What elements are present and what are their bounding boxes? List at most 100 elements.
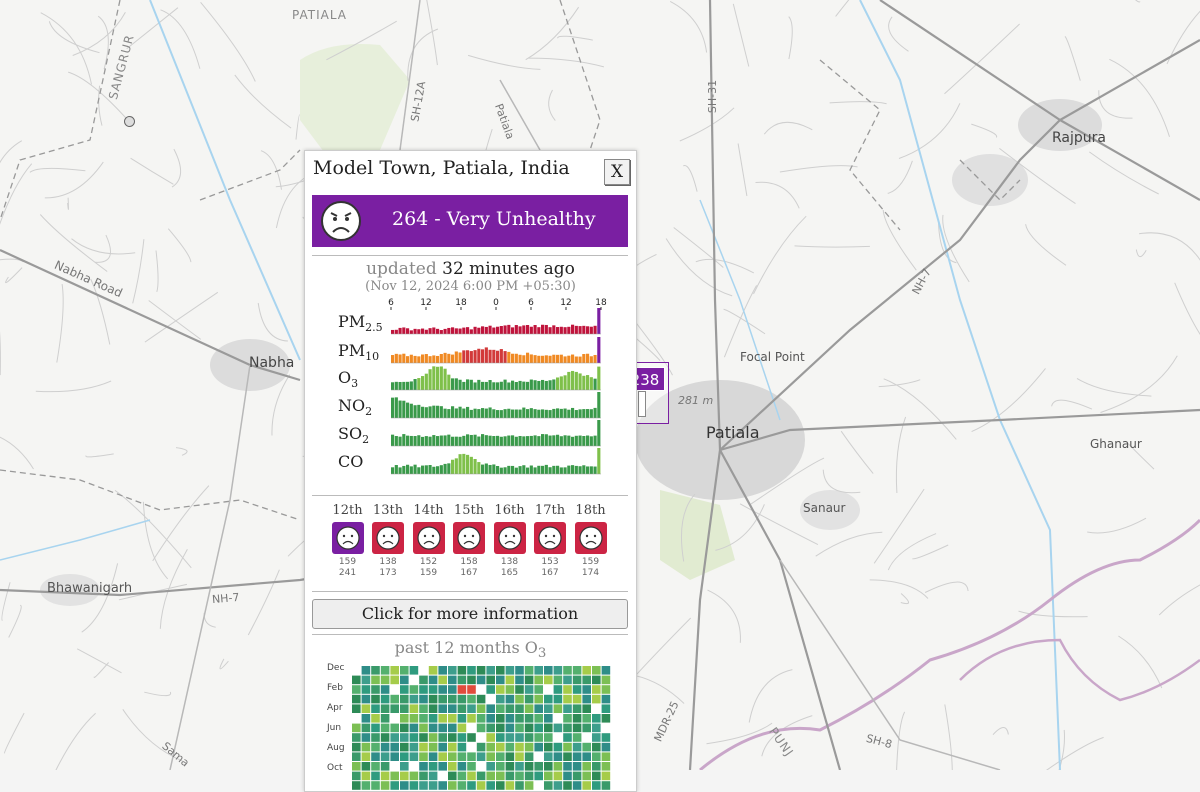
calendar-day-cell <box>476 685 486 694</box>
calendar-day-cell <box>476 762 486 771</box>
calendar-day-cell <box>457 704 467 713</box>
map-label-ghanaur: Ghanaur <box>1090 437 1142 451</box>
calendar-day-cell <box>486 714 495 723</box>
calendar-day-cell <box>438 666 447 675</box>
calendar-day-cell <box>371 685 380 694</box>
calendar-day-cell <box>361 762 371 771</box>
calendar-day-cell <box>352 675 361 685</box>
calendar-day-cell <box>601 742 611 752</box>
calendar-day-cell <box>534 723 543 733</box>
calendar-day-cell <box>582 742 591 752</box>
calendar-day-cell <box>553 762 563 771</box>
calendar-day-cell <box>486 723 495 733</box>
calendar-day-cell <box>572 723 582 733</box>
calendar-day-cell <box>467 781 476 790</box>
calendar-day-cell <box>563 675 572 685</box>
calendar-day-cell <box>457 742 467 752</box>
calendar-day-cell <box>601 781 611 790</box>
calendar-day-cell <box>419 704 428 713</box>
calendar-day-cell <box>563 742 572 752</box>
calendar-day-cell <box>457 714 467 723</box>
calendar-day-cell <box>515 694 524 704</box>
calendar-day-cell <box>563 685 572 694</box>
calendar-day-cell <box>438 675 447 685</box>
station-popup: Model Town, Patiala, India X 264 - Very … <box>304 150 637 792</box>
calendar-day-cell <box>534 733 543 742</box>
calendar-day-cell <box>582 781 591 790</box>
calendar-day-cell <box>582 666 591 675</box>
calendar-day-cell <box>544 771 553 781</box>
calendar-day-cell <box>438 704 447 713</box>
calendar-day-cell <box>371 714 380 723</box>
calendar-day-cell <box>352 694 361 704</box>
calendar-day-cell <box>524 694 534 704</box>
calendar-day-cell <box>371 733 380 742</box>
calendar-day-cell <box>380 723 390 733</box>
calendar-day-cell <box>476 733 486 742</box>
calendar-day-cell <box>496 685 505 694</box>
calendar-day-cell <box>524 762 534 771</box>
calendar-day-cell <box>467 723 476 733</box>
calendar-day-cell <box>428 694 438 704</box>
calendar-day-cell <box>467 714 476 723</box>
calendar-day-cell <box>544 685 553 694</box>
calendar-day-cell <box>457 666 467 675</box>
calendar-day-cell <box>524 714 534 723</box>
calendar-day-cell <box>448 742 457 752</box>
calendar-day-cell <box>390 675 399 685</box>
calendar-day-cell <box>534 742 543 752</box>
calendar-day-cell <box>438 685 447 694</box>
calendar-day-cell <box>390 704 399 713</box>
calendar-day-cell <box>390 762 399 771</box>
calendar-day-cell <box>601 733 611 742</box>
calendar-day-cell <box>553 781 563 790</box>
calendar-day-cell <box>448 762 457 771</box>
calendar-day-cell <box>371 752 380 761</box>
calendar-day-cell <box>496 666 505 675</box>
calendar-day-cell <box>486 675 495 685</box>
calendar-day-cell <box>515 762 524 771</box>
calendar-day-cell <box>409 781 419 790</box>
map-label-bhawanigarh: Bhawanigarh <box>47 581 133 596</box>
calendar-day-cell <box>515 704 524 713</box>
calendar-day-cell <box>467 742 476 752</box>
calendar-day-cell <box>496 752 505 761</box>
calendar-day-cell <box>371 781 380 790</box>
calendar-day-cell <box>486 704 495 713</box>
calendar-day-cell <box>438 694 447 704</box>
calendar-day-cell <box>572 771 582 781</box>
calendar-day-cell <box>534 771 543 781</box>
calendar-day-cell <box>553 685 563 694</box>
calendar-day-cell <box>371 742 380 752</box>
calendar-day-cell <box>428 781 438 790</box>
calendar-day-cell <box>428 742 438 752</box>
map-label-patiala-district: PATIALA <box>292 8 347 22</box>
calendar-day-cell <box>592 733 601 742</box>
monitoring-station-dot[interactable] <box>124 116 135 127</box>
calendar-day-cell <box>553 714 563 723</box>
calendar-day-cell <box>448 752 457 761</box>
calendar-day-cell <box>390 752 399 761</box>
calendar-day-cell <box>380 762 390 771</box>
calendar-day-cell <box>592 752 601 761</box>
calendar-day-cell <box>486 752 495 761</box>
calendar-day-cell <box>467 771 476 781</box>
calendar-day-cell <box>361 742 371 752</box>
calendar-day-cell <box>582 675 591 685</box>
calendar-day-cell <box>534 714 543 723</box>
calendar-day-cell <box>572 666 582 675</box>
calendar-day-cell <box>352 771 361 781</box>
calendar-day-cell <box>361 675 371 685</box>
calendar-day-cell <box>486 666 495 675</box>
calendar-day-cell <box>457 752 467 761</box>
calendar-day-cell <box>505 762 515 771</box>
calendar-day-cell <box>572 704 582 713</box>
calendar-day-cell <box>361 704 371 713</box>
calendar-day-cell <box>524 781 534 790</box>
calendar-day-cell <box>592 742 601 752</box>
calendar-day-cell <box>448 666 457 675</box>
calendar-day-cell <box>553 675 563 685</box>
calendar-day-cell <box>409 685 419 694</box>
calendar-day-cell <box>419 666 428 675</box>
calendar-day-cell <box>563 666 572 675</box>
